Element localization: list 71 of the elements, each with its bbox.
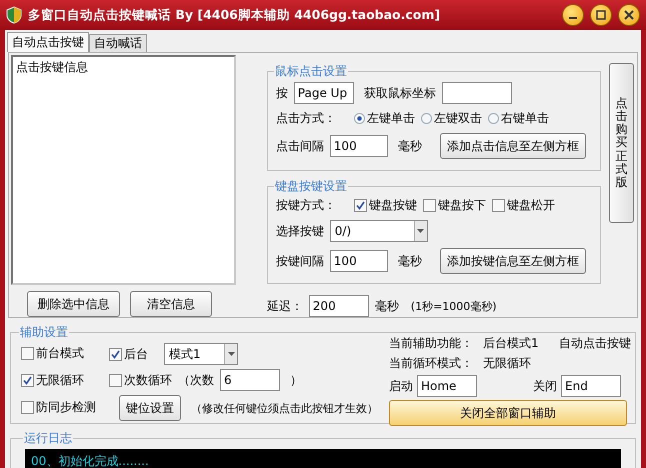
- maximize-button[interactable]: [590, 4, 612, 26]
- window-title: 多窗口自动点击按键喊话 By [4406脚本辅助 4406gg.taobao.com]: [28, 6, 442, 24]
- checkmark-icon: [111, 350, 120, 358]
- close-all-button[interactable]: 关闭全部窗口辅助: [389, 400, 627, 426]
- label: 启动: [389, 378, 413, 394]
- input-field[interactable]: 100: [330, 135, 388, 157]
- label: 按: [276, 84, 288, 102]
- label: 关闭: [533, 378, 557, 394]
- checkbox[interactable]: 防同步检测: [21, 399, 96, 416]
- group-title: 辅助设置: [19, 324, 69, 341]
- input-field[interactable]: 100: [330, 250, 388, 272]
- radio-button[interactable]: 右键单击: [488, 110, 549, 127]
- checkbox[interactable]: 前台模式: [21, 345, 84, 362]
- group-title: 键盘按键设置: [274, 178, 348, 195]
- shield-icon: [6, 6, 22, 24]
- key-dropdown[interactable]: 0/): [330, 220, 428, 242]
- label: 毫秒: [398, 252, 422, 270]
- minimize-icon: [569, 17, 577, 19]
- clear-button[interactable]: 清空信息: [130, 291, 212, 317]
- key-settings-button[interactable]: 键位设置: [119, 395, 181, 421]
- label: 后台模式1: [483, 335, 540, 352]
- tab[interactable]: 自动点击按键: [7, 32, 89, 52]
- checkbox[interactable]: 键盘按键: [354, 197, 417, 214]
- radio-button[interactable]: 左键双击: [420, 110, 482, 127]
- close-button[interactable]: [618, 4, 640, 26]
- label: 毫秒: [398, 138, 422, 154]
- label: 点击方式：: [276, 110, 337, 127]
- hint-text: (1秒=1000毫秒): [410, 298, 497, 314]
- input-field[interactable]: Page Up: [294, 82, 354, 104]
- checkbox[interactable]: 键盘按下: [422, 197, 486, 214]
- checkbox[interactable]: 后台: [109, 346, 148, 362]
- label: 选择按键: [276, 222, 324, 240]
- log-line: 00、初始化完成........: [31, 453, 150, 468]
- label: 毫秒: [374, 298, 399, 314]
- maximize-icon: [596, 10, 606, 20]
- delete-button[interactable]: 删除选中信息: [27, 291, 120, 317]
- mode-dropdown[interactable]: 模式1: [164, 343, 238, 365]
- label: 当前辅助功能：: [389, 335, 474, 352]
- caret-icon: [228, 352, 234, 356]
- caret-icon: [417, 229, 424, 233]
- input-field[interactable]: [442, 82, 512, 104]
- input-field[interactable]: End: [561, 375, 621, 397]
- label: 按键间隔: [276, 252, 324, 270]
- add-button[interactable]: 添加按键信息至左侧方框: [440, 248, 586, 274]
- label: 无限循环: [483, 355, 531, 372]
- buy-button[interactable]: 点击购买正式版: [609, 63, 634, 223]
- label: 当前循环模式：: [389, 355, 474, 372]
- tab[interactable]: 自动喊话: [89, 34, 147, 52]
- label: 按键方式：: [276, 197, 337, 214]
- checkbox[interactable]: 无限循环: [21, 372, 84, 388]
- label: 点击间隔: [276, 138, 324, 154]
- label: 获取鼠标坐标: [364, 84, 436, 102]
- input-field[interactable]: 6: [220, 369, 280, 391]
- radio-button[interactable]: 左键单击: [354, 110, 415, 127]
- label: （次数: [178, 372, 214, 388]
- checkbox[interactable]: 次数循环: [109, 372, 172, 388]
- checkbox[interactable]: 键盘松开: [492, 197, 555, 214]
- group-title: 运行日志: [23, 430, 73, 447]
- minimize-button[interactable]: [562, 4, 584, 26]
- add-button[interactable]: 添加点击信息至左侧方框: [440, 133, 586, 159]
- label: 自动点击按键: [559, 335, 631, 352]
- input-field[interactable]: 200: [308, 295, 369, 317]
- list-header: 点击按键信息: [15, 59, 89, 76]
- hint-text: （修改任何键位须点击此按钮才生效）: [191, 400, 378, 416]
- checkmark-icon: [23, 376, 32, 384]
- input-field[interactable]: Home: [417, 375, 477, 397]
- group-title: 鼠标点击设置: [274, 63, 348, 80]
- label: 延迟：: [266, 298, 303, 314]
- close-icon: [624, 10, 634, 20]
- label: ）: [290, 372, 302, 388]
- checkmark-icon: [356, 201, 365, 210]
